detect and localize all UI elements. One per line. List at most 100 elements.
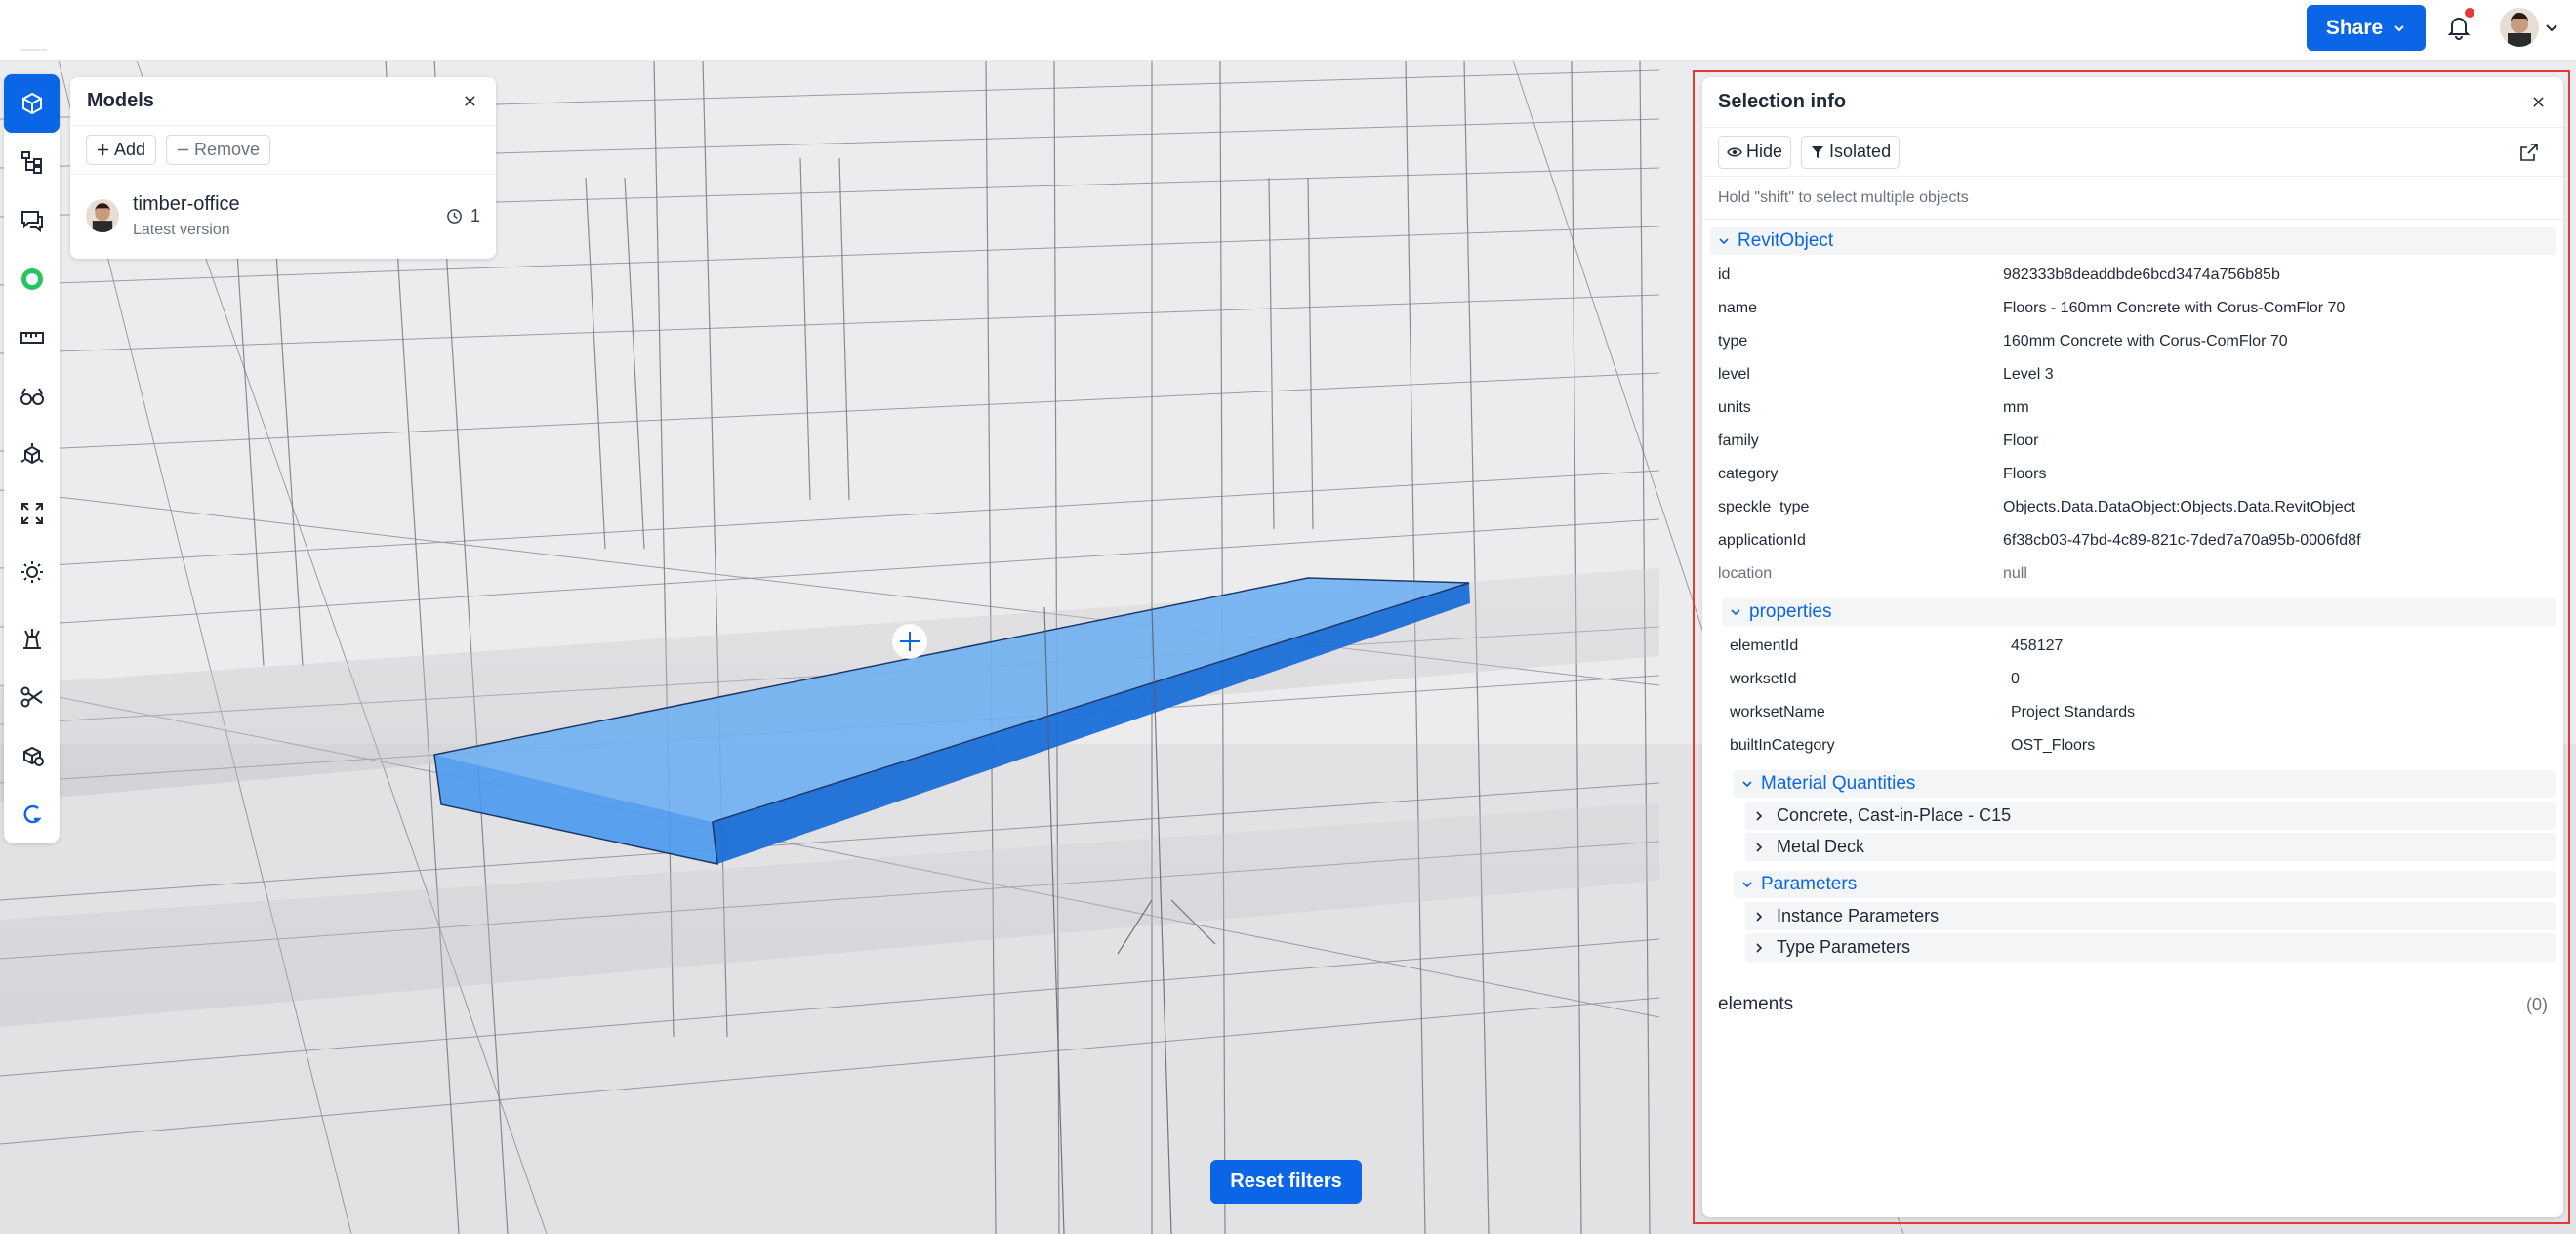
- model-version: Latest version: [133, 221, 230, 238]
- discussions-icon: [20, 211, 43, 232]
- collapsed-section[interactable]: Metal Deck: [1745, 833, 2556, 861]
- share-label: Share: [2325, 16, 2384, 39]
- chevron-down-icon[interactable]: [2544, 20, 2559, 35]
- tool-discussions[interactable]: [4, 191, 60, 250]
- section-parameters[interactable]: Parameters: [1734, 871, 2556, 898]
- model-author-avatar: [86, 199, 119, 232]
- chevron-down-icon: [2394, 24, 2404, 31]
- toolbar-divider: [4, 601, 60, 609]
- tool-measure[interactable]: [4, 308, 60, 367]
- add-model-button[interactable]: Add: [86, 135, 157, 165]
- property-row[interactable]: location null: [1702, 557, 2563, 591]
- property-key: worksetName: [1730, 704, 1825, 720]
- property-row[interactable]: builtInCategory OST_Floors: [1702, 729, 2563, 762]
- property-row[interactable]: category Floors: [1702, 458, 2563, 491]
- property-row[interactable]: speckle_type Objects.Data.DataObject:Obje…: [1702, 491, 2563, 524]
- close-icon[interactable]: [2528, 93, 2548, 112]
- share-button[interactable]: Share: [2307, 5, 2426, 51]
- section-properties[interactable]: properties: [1722, 598, 2556, 626]
- property-value: 982333b8deaddbde6bcd3474a756b85b: [2003, 267, 2280, 283]
- section-material-quantities[interactable]: Material Quantities: [1734, 770, 2556, 798]
- filter-icon: [22, 746, 44, 766]
- model-name: timber-office: [133, 192, 240, 215]
- properties-group: properties elementId 458127 worksetId 0 work…: [1702, 598, 2563, 762]
- tool-filter[interactable]: [4, 726, 60, 785]
- section-label: properties: [1749, 601, 1832, 622]
- tool-views[interactable]: [4, 367, 60, 426]
- scene-explorer-icon: [20, 151, 42, 174]
- property-row[interactable]: elementId 458127: [1702, 630, 2563, 663]
- property-row[interactable]: worksetName Project Standards: [1702, 696, 2563, 729]
- property-key: speckle_type: [1718, 499, 1810, 515]
- collapsed-section[interactable]: Instance Parameters: [1745, 902, 2556, 930]
- property-key: name: [1718, 300, 1758, 316]
- isolate-button[interactable]: Isolated: [1801, 135, 1901, 169]
- collapsed-section[interactable]: Concrete, Cast-in-Place - C15: [1745, 802, 2556, 830]
- model-text: timber-office Latest version: [133, 193, 446, 239]
- chevron-right-icon: [1756, 942, 1763, 953]
- property-value: 6f38cb03-47bd-4c89-821c-7ded7a70a95b-000…: [2003, 532, 2361, 549]
- property-key: location: [1718, 565, 1773, 582]
- collapsed-section-label: Concrete, Cast-in-Place - C15: [1777, 805, 2012, 825]
- tool-speckle[interactable]: [4, 785, 60, 843]
- property-value: OST_Floors: [2011, 737, 2096, 754]
- tool-scene-explorer[interactable]: [4, 133, 60, 191]
- model-item[interactable]: timber-office Latest version 1: [70, 175, 496, 257]
- scissors-icon: [20, 686, 43, 708]
- selection-info-panel: Selection info Hide Isolated Hold "shift…: [1702, 77, 2563, 1217]
- tool-models[interactable]: [4, 74, 60, 133]
- views-icon: [20, 388, 44, 405]
- property-value: mm: [2003, 399, 2029, 416]
- models-title: Models: [87, 90, 154, 111]
- section-label: Material Quantities: [1761, 773, 1916, 794]
- collapsed-section[interactable]: Type Parameters: [1745, 933, 2556, 962]
- elements-row[interactable]: elements (0): [1702, 985, 2563, 1024]
- property-row[interactable]: level Level 3: [1702, 358, 2563, 391]
- collapsed-section-label: Instance Parameters: [1777, 906, 1940, 926]
- property-row[interactable]: type 160mm Concrete with Corus-ComFlor 70: [1702, 325, 2563, 358]
- reset-filters-button[interactable]: Reset filters: [1210, 1160, 1362, 1204]
- tool-section[interactable]: [4, 668, 60, 726]
- tool-zoom-extents[interactable]: [4, 484, 60, 543]
- chevron-right-icon: [1756, 842, 1763, 852]
- remove-label: Remove: [194, 140, 261, 159]
- collapsed-section-label: Metal Deck: [1777, 837, 1865, 856]
- property-row[interactable]: name Floors - 160mm Concrete with Corus-C…: [1702, 292, 2563, 325]
- material-list: Concrete, Cast-in-Place - C15 Metal Deck: [1702, 802, 2563, 861]
- property-key: builtInCategory: [1730, 737, 1835, 754]
- tool-status[interactable]: [4, 250, 60, 308]
- minus-icon: [177, 148, 189, 151]
- open-external-icon[interactable]: [2518, 142, 2540, 163]
- property-row[interactable]: applicationId 6f38cb03-47bd-4c89-821c-7de…: [1702, 524, 2563, 557]
- property-value: Project Standards: [2011, 704, 2136, 720]
- tool-explode[interactable]: [4, 426, 60, 484]
- property-row[interactable]: worksetId 0: [1702, 663, 2563, 696]
- property-key: id: [1718, 267, 1731, 283]
- selection-actions: Hide Isolated: [1702, 128, 2563, 177]
- property-row[interactable]: family Floor: [1702, 425, 2563, 458]
- chevron-down-icon: [1742, 882, 1752, 888]
- hide-button[interactable]: Hide: [1718, 135, 1792, 169]
- property-row[interactable]: units mm: [1702, 391, 2563, 425]
- filter-funnel-icon: [1812, 145, 1824, 158]
- models-icon: [21, 92, 42, 115]
- explode-icon: [20, 443, 44, 465]
- tool-view-modes[interactable]: [4, 609, 60, 668]
- property-value: null: [2003, 565, 2027, 582]
- add-marker-icon[interactable]: [892, 624, 927, 659]
- model-versions-count[interactable]: 1: [446, 206, 480, 226]
- tool-light[interactable]: [4, 543, 60, 601]
- status-icon: [20, 268, 43, 290]
- collapsed-section-label: Type Parameters: [1777, 937, 1911, 957]
- property-value: Level 3: [2003, 366, 2054, 383]
- property-key: category: [1718, 466, 1779, 482]
- section-revit-object[interactable]: RevitObject: [1710, 227, 2556, 255]
- property-row[interactable]: id 982333b8deaddbde6bcd3474a756b85b: [1702, 259, 2563, 292]
- object-fields: id 982333b8deaddbde6bcd3474a756b85b name Fl…: [1702, 259, 2563, 591]
- close-icon[interactable]: [460, 92, 479, 111]
- plus-icon: [97, 144, 109, 156]
- selection-header: Selection info: [1702, 77, 2563, 128]
- viewer-toolbar: [4, 74, 60, 843]
- user-avatar[interactable]: [2500, 8, 2539, 47]
- remove-model-button[interactable]: Remove: [166, 135, 271, 165]
